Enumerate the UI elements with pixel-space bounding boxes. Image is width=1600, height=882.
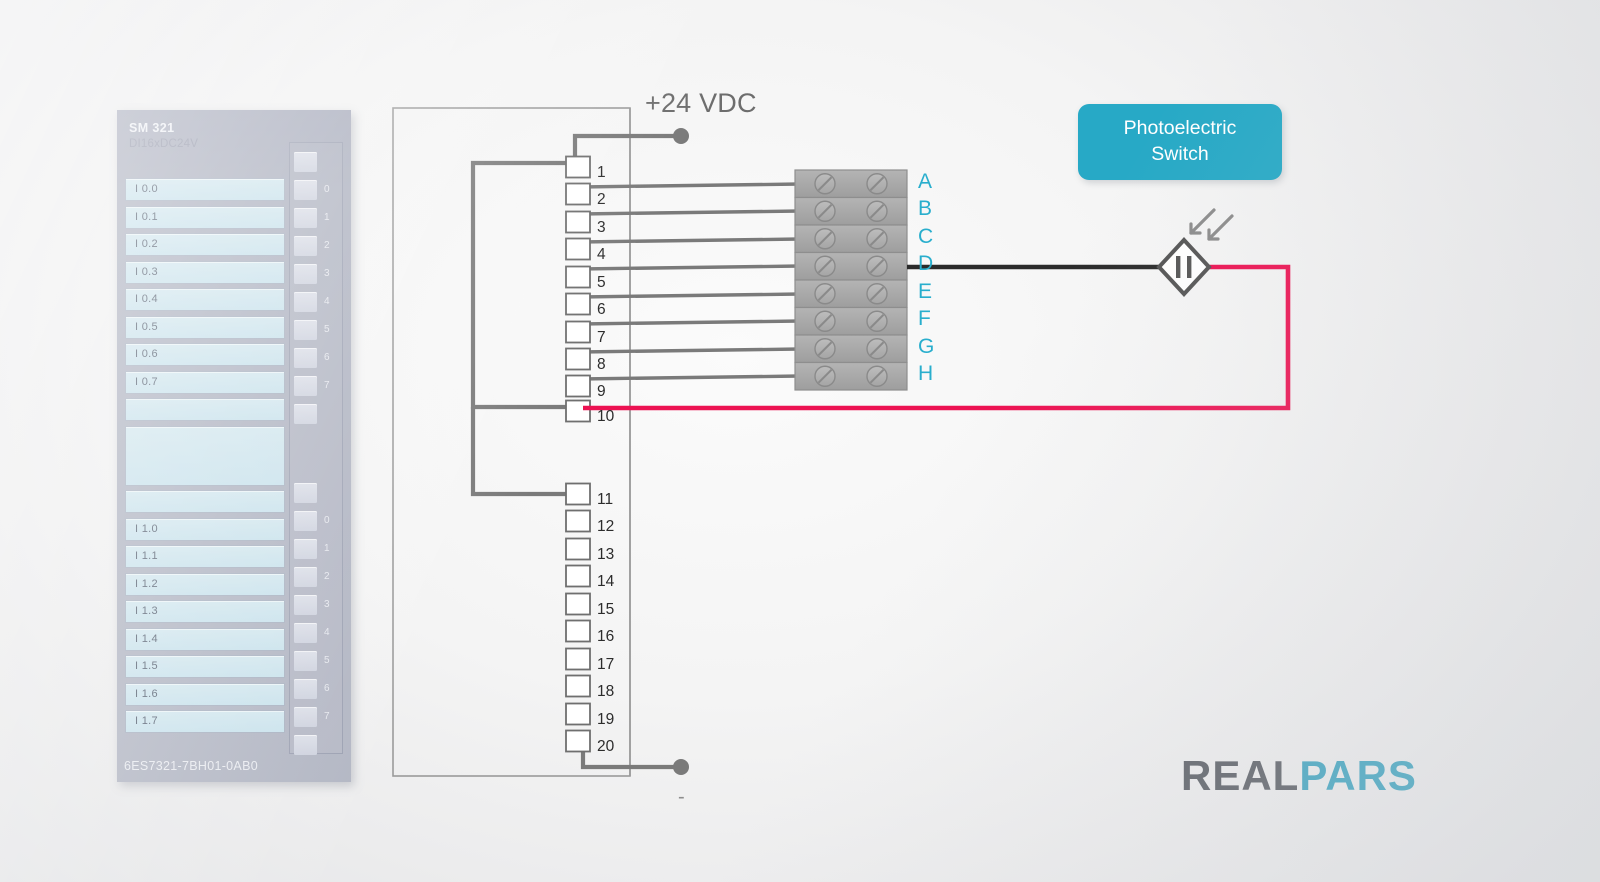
terminal-block-letter-C: C [918, 224, 934, 248]
connector-terminal-13 [565, 537, 591, 561]
terminal-block-row-B [794, 196, 908, 226]
terminal-number-17: 17 [597, 656, 615, 673]
connector-terminal-2 [565, 182, 591, 206]
badge-line-1: Photoelectric [1123, 117, 1237, 139]
supply-negative-label: - [678, 786, 685, 808]
terminal-number-19: 19 [597, 711, 615, 728]
terminal-block-row-D [794, 251, 908, 281]
terminal-number-9: 9 [597, 383, 606, 400]
terminal-block-row-C [794, 224, 908, 254]
terminal-number-20: 20 [597, 738, 615, 755]
connector-terminal-9 [565, 374, 591, 398]
connector-terminal-18 [565, 674, 591, 698]
connector-terminal-6 [565, 292, 591, 316]
connector-terminal-11 [565, 482, 591, 506]
terminal-block-letter-F: F [918, 307, 931, 331]
logo-part-a: REAL [1181, 752, 1300, 799]
terminal-number-14: 14 [597, 573, 615, 590]
terminal-number-15: 15 [597, 601, 615, 618]
realpars-logo: REALPARS [1181, 753, 1417, 799]
terminal-block-row-A [794, 169, 908, 199]
terminal-number-12: 12 [597, 518, 615, 535]
connector-terminal-10 [565, 399, 591, 423]
logo-part-b: PARS [1299, 752, 1417, 799]
terminal-number-5: 5 [597, 274, 606, 291]
terminal-block-row-E [794, 279, 908, 309]
photoelectric-switch-badge: Photoelectric Switch [1078, 104, 1282, 180]
terminal-block-letter-A: A [918, 169, 933, 193]
connector-terminal-5 [565, 265, 591, 289]
common-bus-wire [470, 160, 570, 497]
terminal-block-row-H [794, 361, 908, 391]
connector-terminal-3 [565, 210, 591, 234]
connector-terminal-12 [565, 509, 591, 533]
connector-terminal-8 [565, 347, 591, 371]
connector-terminal-1 [565, 155, 591, 179]
badge-line-2: Switch [1151, 143, 1209, 165]
terminal-block-letter-E: E [918, 279, 933, 303]
terminal-number-16: 16 [597, 628, 615, 645]
connector-terminal-17 [565, 647, 591, 671]
terminal-block-letter-H: H [918, 362, 934, 386]
terminal-number-2: 2 [597, 191, 606, 208]
connector-terminal-15 [565, 592, 591, 616]
connector-terminal-16 [565, 619, 591, 643]
connector-terminal-14 [565, 564, 591, 588]
terminal-number-1: 1 [597, 164, 606, 181]
diagram-canvas: SM 321 DI16xDC24V I 0.0 I 0.1 I 0.2 I 0.3 I … [0, 0, 1600, 882]
wiring-layer [392, 107, 1291, 777]
terminal-number-18: 18 [597, 683, 615, 700]
terminal-block-row-F [794, 306, 908, 336]
supply-positive-label: +24 VDC [645, 88, 757, 118]
connector-terminal-7 [565, 320, 591, 344]
terminal-number-11: 11 [597, 491, 614, 508]
photoelectric-sensor-symbol [1156, 208, 1234, 297]
connector-terminal-20 [565, 729, 591, 753]
terminal-number-7: 7 [597, 329, 606, 346]
terminal-number-13: 13 [597, 546, 615, 563]
terminal-block-letter-D: D [918, 252, 934, 276]
supply-positive-wire [572, 128, 689, 163]
connector-terminal-4 [565, 237, 591, 261]
signal-wires [579, 182, 801, 381]
connector-outline [392, 107, 631, 777]
terminal-block-letter-B: B [918, 197, 933, 221]
terminal-number-8: 8 [597, 356, 606, 373]
connector-terminal-19 [565, 702, 591, 726]
terminal-number-3: 3 [597, 219, 606, 236]
terminal-block-letter-G: G [918, 334, 935, 358]
terminal-number-10: 10 [597, 408, 615, 425]
terminal-block-row-G [794, 334, 908, 364]
terminal-number-6: 6 [597, 301, 606, 318]
terminal-number-4: 4 [597, 246, 606, 263]
